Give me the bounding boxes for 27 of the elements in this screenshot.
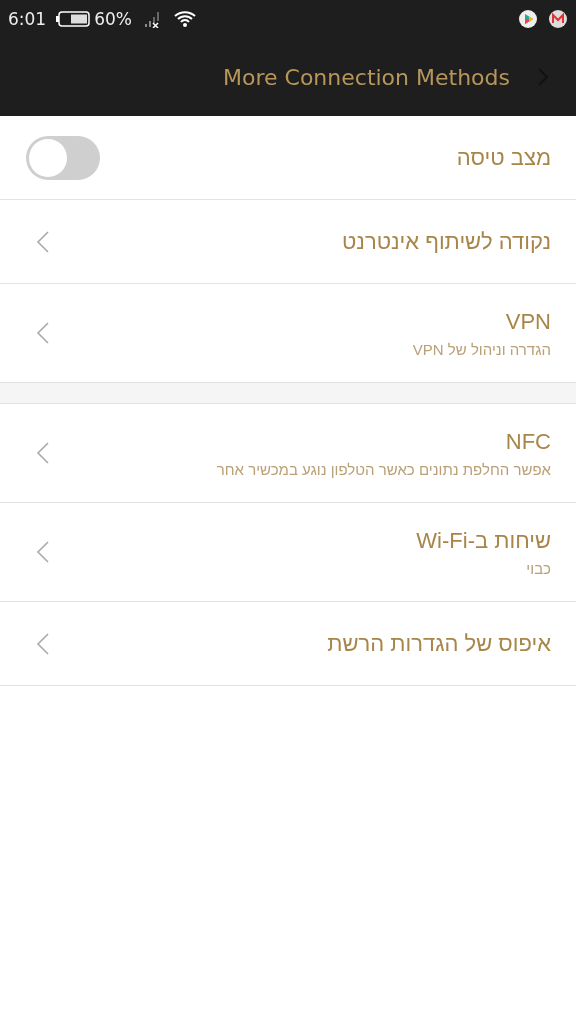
item-title: איפוס של הגדרות הרשת: [327, 630, 551, 657]
item-subtitle: הגדרה וניהול של VPN: [412, 340, 551, 358]
mail-icon: [548, 9, 568, 29]
settings-item[interactable]: איפוס של הגדרות הרשת: [0, 602, 576, 685]
play-store-icon: [518, 9, 538, 29]
item-title: NFC: [505, 428, 551, 455]
battery-icon: [56, 11, 91, 27]
item-subtitle: כבוי: [526, 559, 551, 577]
settings-item[interactable]: נקודה לשיתוף אינטרנט: [0, 200, 576, 284]
chevron-icon: [36, 321, 50, 345]
signal-icon: [144, 10, 160, 28]
item-title: שיחות ב-Wi-Fi: [416, 527, 551, 554]
wifi-icon: [174, 10, 198, 28]
item-title: מצב טיסה: [456, 144, 551, 171]
battery-percent: 60%: [94, 9, 132, 29]
chevron-icon: [36, 540, 50, 564]
clock: 6:01: [8, 9, 47, 29]
chevron-icon: [36, 229, 50, 254]
toggle-switch[interactable]: [26, 135, 100, 180]
settings-item[interactable]: מצב טיסה: [0, 116, 576, 200]
chevron-icon: [36, 631, 50, 656]
settings-item[interactable]: שיחות ב-Wi-Fi כבוי: [0, 503, 576, 602]
item-title: VPN: [505, 308, 551, 335]
item-title: נקודה לשיתוף אינטרנט: [341, 228, 551, 255]
item-subtitle: אפשר החלפת נתונים כאשר הטלפון נוגע במכשיר אחר: [216, 460, 551, 478]
page-title: More Connection Methods: [223, 64, 510, 90]
chevron-icon: [36, 441, 50, 465]
